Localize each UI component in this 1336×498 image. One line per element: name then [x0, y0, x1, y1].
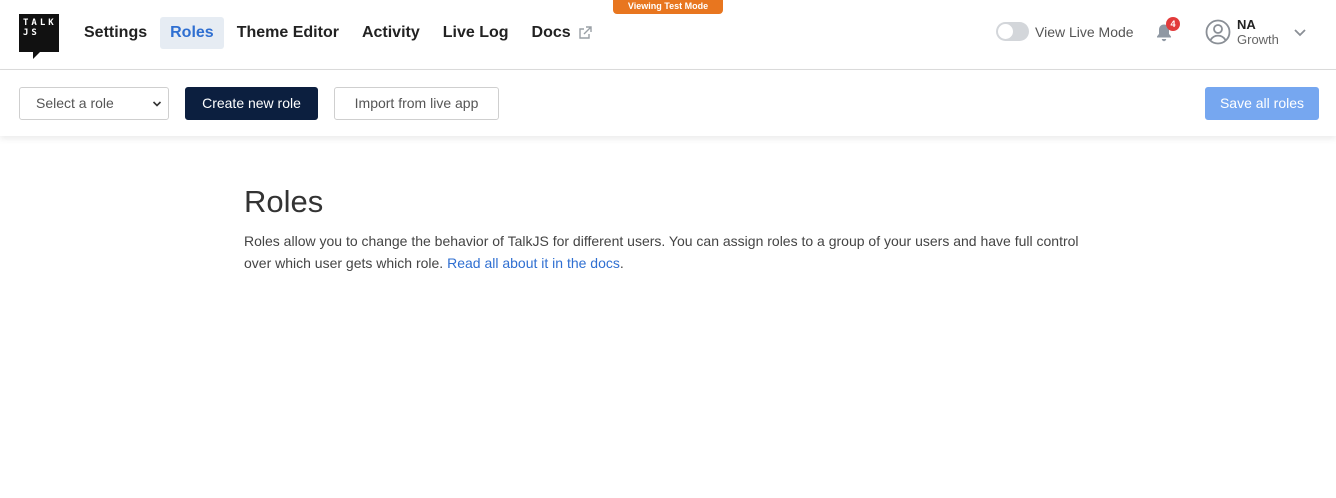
user-circle-icon: [1205, 19, 1231, 45]
import-live-app-button[interactable]: Import from live app: [334, 87, 499, 120]
role-select-value: Select a role: [36, 95, 114, 111]
roles-toolbar: Select a role Create new role Import fro…: [0, 70, 1336, 136]
role-select[interactable]: Select a role: [19, 87, 169, 120]
logo-line-1: TALK: [23, 18, 57, 28]
nav-item-label: Live Log: [442, 24, 509, 41]
nav-item-label: Roles: [170, 24, 214, 41]
description-text: Roles allow you to change the behavior o…: [244, 233, 1079, 271]
page-title: Roles: [244, 184, 324, 219]
live-mode-label: View Live Mode: [1035, 23, 1134, 40]
nav-links: Settings Roles Theme Editor Activity Liv…: [74, 17, 606, 49]
user-menu[interactable]: NA Growth: [1205, 17, 1307, 47]
nav-item-label: Docs: [531, 24, 571, 41]
toggle-switch[interactable]: [996, 22, 1029, 41]
user-initials: NA: [1237, 17, 1256, 32]
live-mode-toggle[interactable]: View Live Mode: [996, 22, 1134, 41]
page-description: Roles allow you to change the behavior o…: [244, 230, 1094, 274]
logo-line-2: JS: [23, 28, 40, 38]
notification-count-badge: 4: [1166, 17, 1180, 31]
save-all-roles-button[interactable]: Save all roles: [1205, 87, 1319, 120]
test-mode-badge: Viewing Test Mode: [613, 0, 723, 14]
nav-item-live-log[interactable]: Live Log: [433, 17, 519, 49]
nav-item-docs[interactable]: Docs: [522, 17, 603, 49]
user-info: NA Growth: [1237, 17, 1279, 47]
description-trailing: .: [619, 255, 624, 271]
nav-item-roles[interactable]: Roles: [160, 17, 224, 49]
external-link-icon: [578, 26, 592, 39]
nav-item-label: Settings: [84, 24, 148, 41]
nav-item-settings[interactable]: Settings: [74, 17, 157, 49]
create-role-button[interactable]: Create new role: [185, 87, 318, 120]
nav-item-theme-editor[interactable]: Theme Editor: [227, 17, 349, 49]
main-content: Roles Roles allow you to change the beha…: [244, 183, 1094, 274]
chevron-down-icon[interactable]: [1293, 25, 1307, 39]
chevron-down-icon: [152, 101, 162, 107]
nav-item-label: Theme Editor: [236, 24, 339, 41]
top-nav: TALK JS Viewing Test Mode Settings Roles…: [0, 0, 1336, 70]
talkjs-logo[interactable]: TALK JS: [19, 14, 59, 59]
docs-link[interactable]: Read all about it in the docs: [447, 255, 620, 271]
nav-item-activity[interactable]: Activity: [352, 17, 430, 49]
nav-item-label: Activity: [361, 24, 420, 41]
user-plan: Growth: [1237, 32, 1279, 47]
